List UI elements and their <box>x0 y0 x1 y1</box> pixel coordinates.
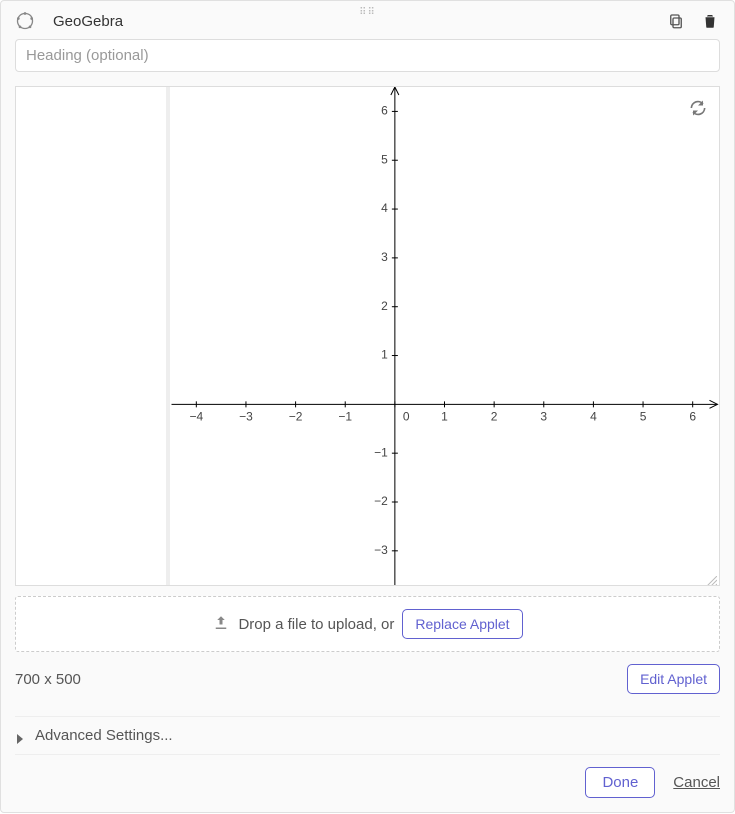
svg-text:4: 4 <box>590 409 597 423</box>
done-button[interactable]: Done <box>585 767 655 798</box>
chevron-right-icon <box>15 731 25 741</box>
svg-text:−1: −1 <box>374 445 388 459</box>
svg-text:−3: −3 <box>374 543 388 557</box>
footer-actions: Done Cancel <box>15 755 720 798</box>
upload-dropzone[interactable]: Drop a file to upload, or Replace Applet <box>15 596 720 652</box>
svg-text:2: 2 <box>381 299 388 313</box>
svg-text:−4: −4 <box>189 409 203 423</box>
refresh-icon[interactable] <box>687 97 709 119</box>
algebra-side-panel[interactable] <box>16 87 170 585</box>
svg-text:2: 2 <box>491 409 498 423</box>
drag-handle-icon[interactable]: ⠿⠿ <box>359 7 376 18</box>
trash-icon[interactable] <box>700 11 720 31</box>
upload-prompt: Drop a file to upload, or <box>238 616 394 633</box>
svg-text:1: 1 <box>441 409 448 423</box>
resize-handle-icon[interactable] <box>707 573 717 583</box>
panel-header: ⠿⠿ GeoGebra <box>1 1 734 39</box>
geogebra-logo-icon <box>15 11 35 31</box>
svg-text:6: 6 <box>381 104 388 118</box>
upload-icon <box>212 614 230 635</box>
svg-text:5: 5 <box>381 152 388 166</box>
cancel-link[interactable]: Cancel <box>673 774 720 791</box>
heading-input[interactable] <box>15 39 720 72</box>
replace-applet-button[interactable]: Replace Applet <box>402 609 522 639</box>
svg-text:3: 3 <box>540 409 547 423</box>
geogebra-editor-panel: ⠿⠿ GeoGebra −4 −3 −2 −1 0 1 2 3 4 5 6 −3 −2 −1 1 2 3 4 5 6 <box>0 0 735 813</box>
graph-view[interactable]: −4 −3 −2 −1 0 1 2 3 4 5 6 −3 −2 −1 1 2 3 4 5 6 <box>170 87 719 585</box>
svg-text:1: 1 <box>381 348 388 362</box>
advanced-settings-toggle[interactable]: Advanced Settings... <box>15 716 720 755</box>
coordinate-axes: −4 −3 −2 −1 0 1 2 3 4 5 6 −3 −2 −1 1 2 3 4 5 6 <box>170 87 719 585</box>
copy-icon[interactable] <box>666 11 686 31</box>
dimensions-text: 700 x 500 <box>15 671 81 688</box>
applet-canvas[interactable]: −4 −3 −2 −1 0 1 2 3 4 5 6 −3 −2 −1 1 2 3 4 5 6 <box>15 86 720 586</box>
advanced-settings-label: Advanced Settings... <box>35 727 173 744</box>
svg-text:−3: −3 <box>239 409 253 423</box>
svg-text:6: 6 <box>689 409 696 423</box>
svg-text:−2: −2 <box>374 494 388 508</box>
dimensions-row: 700 x 500 Edit Applet <box>15 664 720 694</box>
svg-text:0: 0 <box>403 409 410 423</box>
svg-text:−1: −1 <box>338 409 352 423</box>
svg-text:4: 4 <box>381 201 388 215</box>
panel-body: −4 −3 −2 −1 0 1 2 3 4 5 6 −3 −2 −1 1 2 3 4 5 6 Drop a file … <box>1 39 734 812</box>
svg-text:3: 3 <box>381 250 388 264</box>
edit-applet-button[interactable]: Edit Applet <box>627 664 720 694</box>
svg-text:−2: −2 <box>289 409 303 423</box>
header-actions <box>666 11 720 31</box>
svg-text:5: 5 <box>640 409 647 423</box>
